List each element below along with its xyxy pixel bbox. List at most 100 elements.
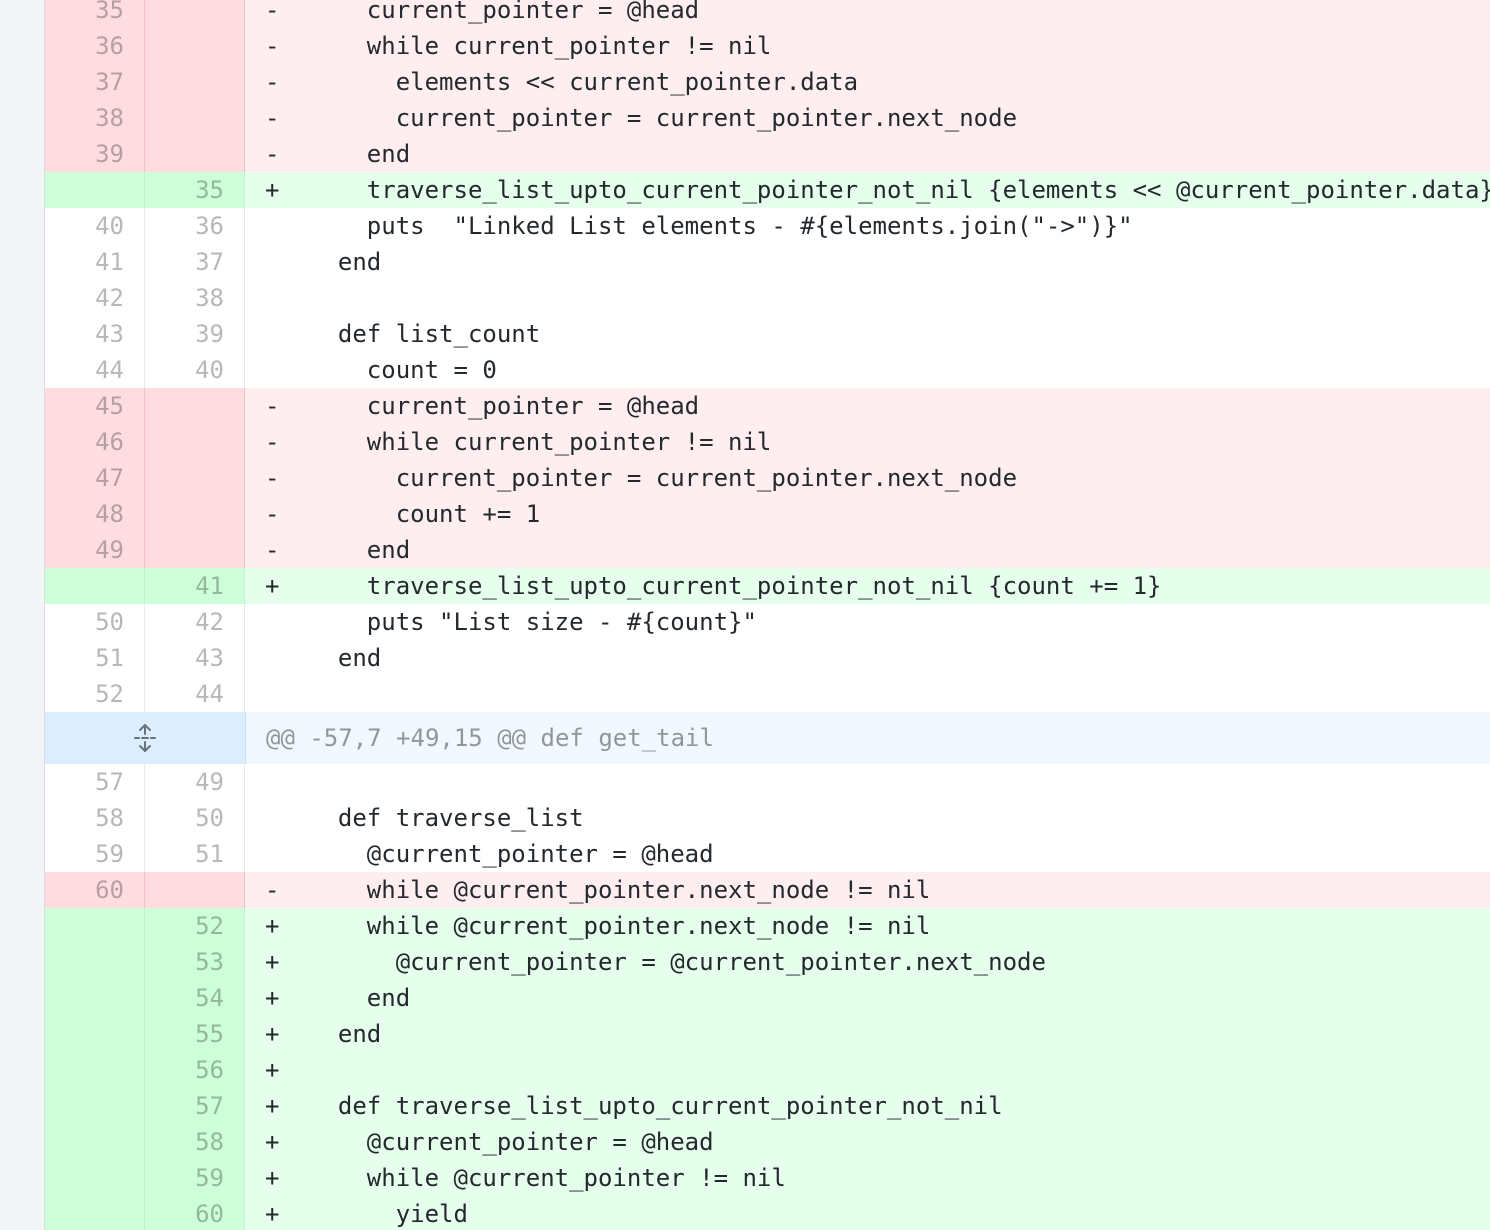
added-line: 53 + @current_pointer = @current_pointer.… [45,944,1490,980]
old-line-number[interactable]: 52 [45,676,145,712]
diff-marker: + [265,1200,280,1228]
diff-marker: - [265,140,280,168]
new-line-number[interactable]: 51 [145,836,245,872]
old-line-number[interactable]: 50 [45,604,145,640]
new-line-number[interactable]: 50 [145,800,245,836]
old-line-number[interactable]: 60 [45,872,145,908]
diff-marker: - [265,464,280,492]
new-line-number[interactable]: 58 [145,1124,245,1160]
old-line-number[interactable]: 57 [45,764,145,800]
new-line-number[interactable]: 55 [145,1016,245,1052]
context-line: 58 50 def traverse_list [45,800,1490,836]
deleted-line: 48 - count += 1 [45,496,1490,532]
new-line-number[interactable] [145,28,245,64]
old-line-number[interactable] [45,1124,145,1160]
old-line-number[interactable] [45,172,145,208]
diff-marker: - [265,500,280,528]
new-line-number[interactable]: 52 [145,908,245,944]
new-line-number[interactable] [145,532,245,568]
old-line-number[interactable] [45,944,145,980]
new-line-number[interactable]: 36 [145,208,245,244]
deleted-line: 45 - current_pointer = @head [45,388,1490,424]
old-line-number[interactable] [45,1088,145,1124]
old-line-number[interactable]: 59 [45,836,145,872]
old-line-number[interactable]: 39 [45,136,145,172]
old-line-number[interactable] [45,1196,145,1230]
new-line-number[interactable] [145,0,245,28]
diff-marker: + [265,1164,280,1192]
new-line-number[interactable]: 37 [145,244,245,280]
old-line-number[interactable]: 36 [45,28,145,64]
new-line-number[interactable] [145,136,245,172]
added-line: 55 + end [45,1016,1490,1052]
old-line-number[interactable]: 44 [45,352,145,388]
new-line-number[interactable]: 39 [145,316,245,352]
new-line-number[interactable] [145,872,245,908]
deleted-line: 35 - current_pointer = @head [45,0,1490,28]
new-line-number[interactable]: 54 [145,980,245,1016]
new-line-number[interactable] [145,424,245,460]
context-line: 52 44 [45,676,1490,712]
old-line-number[interactable] [45,980,145,1016]
old-line-number[interactable]: 58 [45,800,145,836]
diff-marker [245,800,309,836]
diff-marker: + [265,1020,280,1048]
old-line-number[interactable]: 47 [45,460,145,496]
old-line-number[interactable]: 42 [45,280,145,316]
new-line-number[interactable]: 43 [145,640,245,676]
context-line: 43 39 def list_count [45,316,1490,352]
new-line-number[interactable]: 49 [145,764,245,800]
diff-marker: + [265,572,280,600]
old-line-number[interactable]: 49 [45,532,145,568]
code-line: traverse_list_upto_current_pointer_not_n… [309,572,1162,600]
context-line: 44 40 count = 0 [45,352,1490,388]
old-line-number[interactable]: 45 [45,388,145,424]
old-line-number[interactable]: 37 [45,64,145,100]
diff-marker [245,208,309,244]
diff-marker [245,352,309,388]
old-line-number[interactable] [45,1160,145,1196]
new-line-number[interactable]: 56 [145,1052,245,1088]
code-line: traverse_list_upto_current_pointer_not_n… [309,176,1490,204]
diff-marker: + [265,984,280,1012]
diff-marker: - [265,104,280,132]
code-line: while @current_pointer.next_node != nil [309,912,931,940]
new-line-number[interactable] [145,100,245,136]
new-line-number[interactable] [145,388,245,424]
old-line-number[interactable] [45,1052,145,1088]
new-line-number[interactable]: 41 [145,568,245,604]
old-line-number[interactable]: 51 [45,640,145,676]
old-line-number[interactable] [45,568,145,604]
new-line-number[interactable]: 59 [145,1160,245,1196]
deleted-line: 39 - end [45,136,1490,172]
new-line-number[interactable]: 44 [145,676,245,712]
new-line-number[interactable]: 40 [145,352,245,388]
code-line: count = 0 [309,356,497,384]
old-line-number[interactable] [45,1016,145,1052]
new-line-number[interactable] [145,460,245,496]
old-line-number[interactable]: 48 [45,496,145,532]
old-line-number[interactable] [45,908,145,944]
new-line-number[interactable] [145,496,245,532]
new-line-number[interactable]: 35 [145,172,245,208]
new-line-number[interactable]: 53 [145,944,245,980]
old-line-number[interactable]: 41 [45,244,145,280]
new-line-number[interactable]: 42 [145,604,245,640]
old-line-number[interactable]: 46 [45,424,145,460]
added-line: 56 + [45,1052,1490,1088]
diff-marker: + [265,1056,280,1084]
diff-marker [245,280,309,316]
new-line-number[interactable] [145,64,245,100]
old-line-number[interactable]: 38 [45,100,145,136]
code-line: yield [309,1200,468,1228]
expand-button[interactable] [45,712,246,764]
new-line-number[interactable]: 60 [145,1196,245,1230]
deleted-line: 37 - elements << current_pointer.data [45,64,1490,100]
old-line-number[interactable]: 43 [45,316,145,352]
context-line: 59 51 @current_pointer = @head [45,836,1490,872]
new-line-number[interactable]: 57 [145,1088,245,1124]
old-line-number[interactable]: 40 [45,208,145,244]
old-line-number[interactable]: 35 [45,0,145,28]
new-line-number[interactable]: 38 [145,280,245,316]
